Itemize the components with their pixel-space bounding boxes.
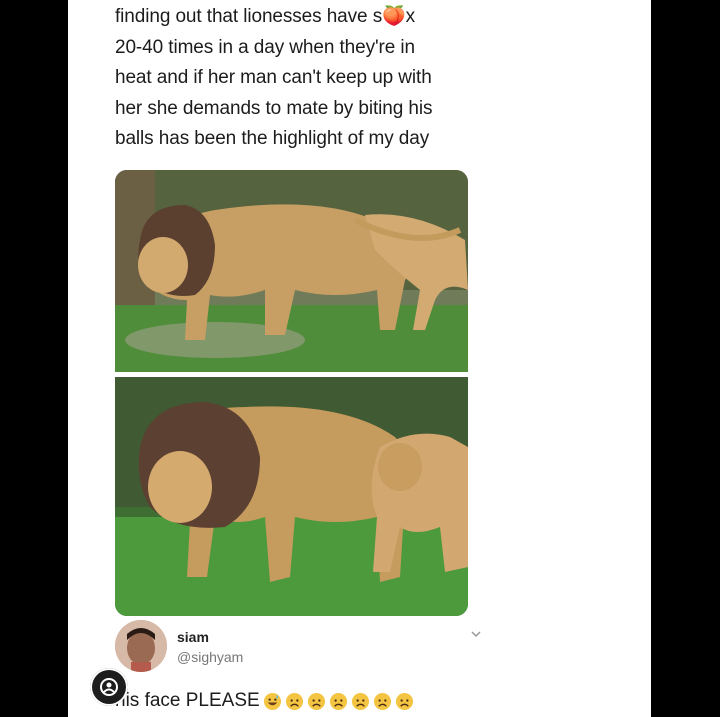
profile-badge-icon[interactable] bbox=[90, 668, 128, 706]
worried-face-emoji bbox=[329, 692, 347, 710]
lioness-biting-lion-photo[interactable] bbox=[115, 377, 468, 616]
reply: siam @sighyam bbox=[115, 620, 481, 680]
worried-face-emoji bbox=[351, 692, 369, 710]
tweet-line-5: balls has been the highlight of my day bbox=[115, 128, 430, 149]
worried-face-emoji bbox=[395, 692, 413, 710]
reply-name[interactable]: siam bbox=[177, 629, 209, 645]
avatar[interactable] bbox=[115, 620, 167, 672]
reply-handle[interactable]: @sighyam bbox=[177, 649, 243, 665]
worried-face-emoji bbox=[307, 692, 325, 710]
tweet-text: finding out that lionesses have s🍑x 20-4… bbox=[115, 2, 475, 155]
tweet-line-2: 20-40 times in a day when they're in bbox=[115, 36, 415, 58]
chevron-down-icon[interactable] bbox=[470, 628, 482, 640]
lion-walking-photo[interactable] bbox=[115, 170, 468, 372]
reply-text-label: his face PLEASE bbox=[115, 690, 260, 711]
grinning-sweat-emoji bbox=[263, 692, 281, 710]
worried-face-emoji bbox=[373, 692, 391, 710]
tweet-photo-grid[interactable] bbox=[115, 170, 468, 616]
tweet-line-4: her she demands to mate by biting his bbox=[115, 97, 433, 119]
tweet-line-3: heat and if her man can't keep up with bbox=[115, 67, 432, 88]
worried-face-emoji bbox=[285, 692, 303, 710]
reply-text: his face PLEASE bbox=[115, 690, 414, 712]
tweet-line-1: finding out that lionesses have s🍑x bbox=[115, 6, 416, 27]
